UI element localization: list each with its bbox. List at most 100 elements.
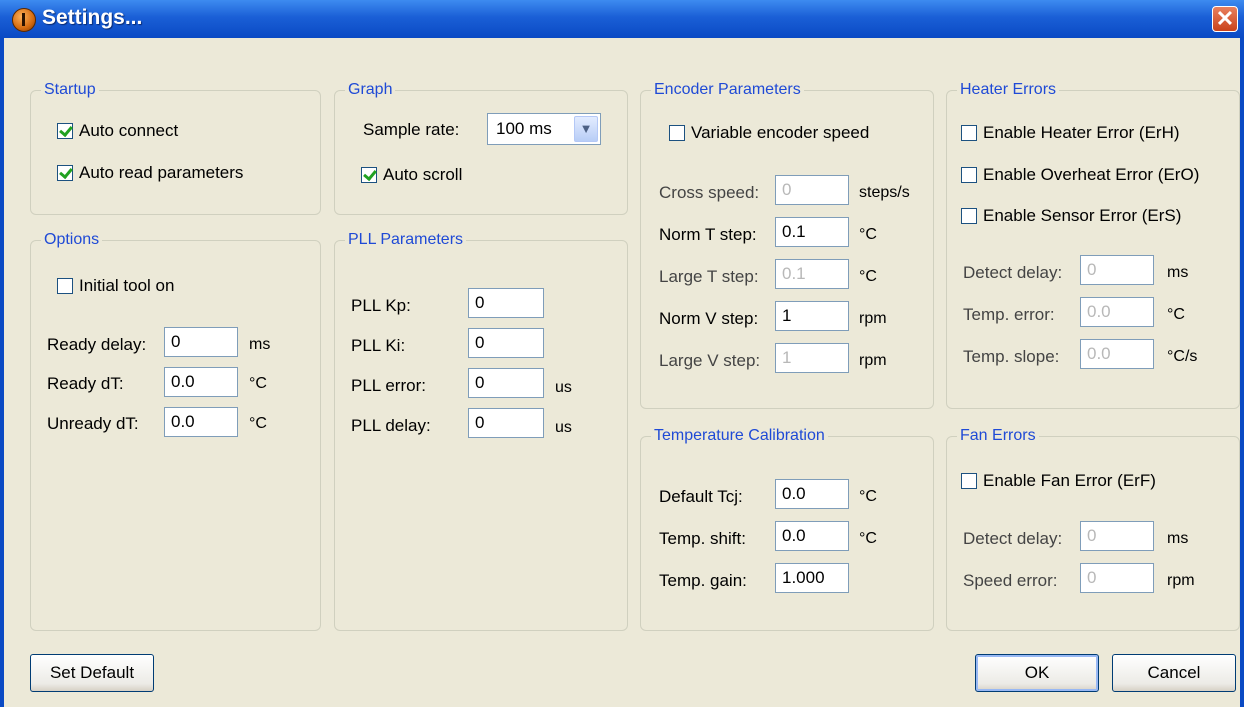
temp-error-input[interactable]: 0.0 bbox=[1080, 297, 1154, 327]
heater-detect-delay-input[interactable]: 0 bbox=[1080, 255, 1154, 285]
pll-delay-input[interactable]: 0 bbox=[468, 408, 544, 438]
default-tcj-label: Default Tcj: bbox=[659, 487, 743, 506]
sample-rate-label: Sample rate: bbox=[363, 120, 460, 139]
sensor-error-check-icon[interactable] bbox=[961, 208, 977, 224]
graph-group: Graph Sample rate: 100 ms ▼ Auto scroll bbox=[334, 80, 628, 215]
temp-error-label: Temp. error: bbox=[963, 305, 1055, 324]
auto-connect-checkbox[interactable]: Auto connect bbox=[57, 121, 178, 141]
cross-speed-unit: steps/s bbox=[859, 184, 910, 201]
fan-detect-delay-unit: ms bbox=[1167, 530, 1189, 547]
temp-gain-label: Temp. gain: bbox=[659, 571, 747, 590]
temp-shift-label: Temp. shift: bbox=[659, 529, 746, 548]
sample-rate-select[interactable]: 100 ms ▼ bbox=[487, 113, 601, 145]
enable-sensor-error-checkbox[interactable]: Enable Sensor Error (ErS) bbox=[961, 206, 1181, 226]
pll-error-label: PLL error: bbox=[351, 376, 426, 395]
pll-kp-label: PLL Kp: bbox=[351, 296, 411, 315]
pll-error-input[interactable]: 0 bbox=[468, 368, 544, 398]
enable-fan-error-checkbox[interactable]: Enable Fan Error (ErF) bbox=[961, 471, 1156, 491]
enable-heater-error-checkbox[interactable]: Enable Heater Error (ErH) bbox=[961, 123, 1180, 143]
window-frame-right bbox=[1240, 38, 1244, 707]
variable-speed-label: Variable encoder speed bbox=[691, 123, 870, 142]
temp-slope-input[interactable]: 0.0 bbox=[1080, 339, 1154, 369]
large-v-step-label: Large V step: bbox=[659, 351, 761, 370]
norm-v-step-input[interactable]: 1 bbox=[775, 301, 849, 331]
auto-connect-check-icon[interactable] bbox=[57, 123, 73, 139]
ready-dt-input[interactable]: 0.0 bbox=[164, 367, 238, 397]
temp-slope-unit: °C/s bbox=[1167, 348, 1198, 365]
options-group: Options Initial tool on Ready delay: 0 m… bbox=[30, 230, 321, 631]
norm-v-step-unit: rpm bbox=[859, 310, 887, 327]
unready-dt-input[interactable]: 0.0 bbox=[164, 407, 238, 437]
default-tcj-input[interactable]: 0.0 bbox=[775, 479, 849, 509]
auto-read-label: Auto read parameters bbox=[79, 163, 244, 182]
enable-overheat-error-checkbox[interactable]: Enable Overheat Error (ErO) bbox=[961, 165, 1199, 185]
temp-slope-label: Temp. slope: bbox=[963, 347, 1060, 366]
speed-error-input[interactable]: 0 bbox=[1080, 563, 1154, 593]
temp-gain-input[interactable]: 1.000 bbox=[775, 563, 849, 593]
heater-error-check-icon[interactable] bbox=[961, 125, 977, 141]
close-button[interactable]: ✕ bbox=[1212, 6, 1238, 32]
pll-kp-input[interactable]: 0 bbox=[468, 288, 544, 318]
startup-group: Startup Auto connect Auto read parameter… bbox=[30, 80, 321, 215]
temp-shift-unit: °C bbox=[859, 530, 877, 547]
ready-delay-input[interactable]: 0 bbox=[164, 327, 238, 357]
enable-fan-error-label: Enable Fan Error (ErF) bbox=[983, 471, 1156, 490]
auto-read-parameters-checkbox[interactable]: Auto read parameters bbox=[57, 163, 243, 183]
graph-legend: Graph bbox=[345, 80, 396, 100]
auto-scroll-label: Auto scroll bbox=[383, 165, 463, 184]
initial-tool-on-label: Initial tool on bbox=[79, 276, 175, 295]
fan-error-check-icon[interactable] bbox=[961, 473, 977, 489]
title-bar: Settings... ✕ bbox=[0, 0, 1244, 38]
window-frame-left bbox=[0, 38, 4, 707]
initial-tool-on-checkbox[interactable]: Initial tool on bbox=[57, 276, 174, 296]
auto-connect-label: Auto connect bbox=[79, 121, 179, 140]
heater-detect-delay-unit: ms bbox=[1167, 264, 1189, 281]
variable-speed-check-icon[interactable] bbox=[669, 125, 685, 141]
initial-tool-check-icon[interactable] bbox=[57, 278, 73, 294]
sample-rate-value: 100 ms bbox=[496, 119, 552, 138]
pll-legend: PLL Parameters bbox=[345, 230, 467, 250]
app-icon bbox=[12, 8, 36, 32]
norm-t-step-label: Norm T step: bbox=[659, 225, 757, 244]
norm-v-step-label: Norm V step: bbox=[659, 309, 759, 328]
unready-dt-unit: °C bbox=[249, 415, 267, 432]
temp-shift-input[interactable]: 0.0 bbox=[775, 521, 849, 551]
auto-scroll-check-icon[interactable] bbox=[361, 167, 377, 183]
pll-delay-label: PLL delay: bbox=[351, 416, 431, 435]
cross-speed-input[interactable]: 0 bbox=[775, 175, 849, 205]
fan-errors-group: Fan Errors Enable Fan Error (ErF) Detect… bbox=[946, 426, 1240, 631]
auto-read-check-icon[interactable] bbox=[57, 165, 73, 181]
pll-ki-label: PLL Ki: bbox=[351, 336, 406, 355]
norm-t-step-input[interactable]: 0.1 bbox=[775, 217, 849, 247]
ready-dt-label: Ready dT: bbox=[47, 374, 124, 393]
large-t-step-unit: °C bbox=[859, 268, 877, 285]
chevron-down-icon[interactable]: ▼ bbox=[574, 116, 598, 142]
speed-error-label: Speed error: bbox=[963, 571, 1058, 590]
fan-detect-delay-input[interactable]: 0 bbox=[1080, 521, 1154, 551]
temp-error-unit: °C bbox=[1167, 306, 1185, 323]
heater-detect-delay-label: Detect delay: bbox=[963, 263, 1063, 282]
enable-overheat-error-label: Enable Overheat Error (ErO) bbox=[983, 165, 1200, 184]
large-v-step-input[interactable]: 1 bbox=[775, 343, 849, 373]
enable-sensor-error-label: Enable Sensor Error (ErS) bbox=[983, 206, 1182, 225]
large-t-step-label: Large T step: bbox=[659, 267, 759, 286]
pll-parameters-group: PLL Parameters PLL Kp: 0 PLL Ki: 0 PLL e… bbox=[334, 230, 628, 631]
fan-detect-delay-label: Detect delay: bbox=[963, 529, 1063, 548]
default-tcj-unit: °C bbox=[859, 488, 877, 505]
ready-dt-unit: °C bbox=[249, 375, 267, 392]
speed-error-unit: rpm bbox=[1167, 572, 1195, 589]
auto-scroll-checkbox[interactable]: Auto scroll bbox=[361, 165, 462, 185]
large-t-step-input[interactable]: 0.1 bbox=[775, 259, 849, 289]
cancel-button[interactable]: Cancel bbox=[1112, 654, 1236, 692]
startup-legend: Startup bbox=[41, 80, 99, 100]
ok-button[interactable]: OK bbox=[975, 654, 1099, 692]
cross-speed-label: Cross speed: bbox=[659, 183, 760, 202]
variable-encoder-speed-checkbox[interactable]: Variable encoder speed bbox=[669, 123, 869, 143]
pll-ki-input[interactable]: 0 bbox=[468, 328, 544, 358]
temperature-calibration-group: Temperature Calibration Default Tcj: 0.0… bbox=[640, 426, 934, 631]
temp-cal-legend: Temperature Calibration bbox=[651, 426, 828, 446]
heater-legend: Heater Errors bbox=[957, 80, 1060, 100]
ready-delay-label: Ready delay: bbox=[47, 335, 147, 354]
set-default-button[interactable]: Set Default bbox=[30, 654, 154, 692]
overheat-error-check-icon[interactable] bbox=[961, 167, 977, 183]
